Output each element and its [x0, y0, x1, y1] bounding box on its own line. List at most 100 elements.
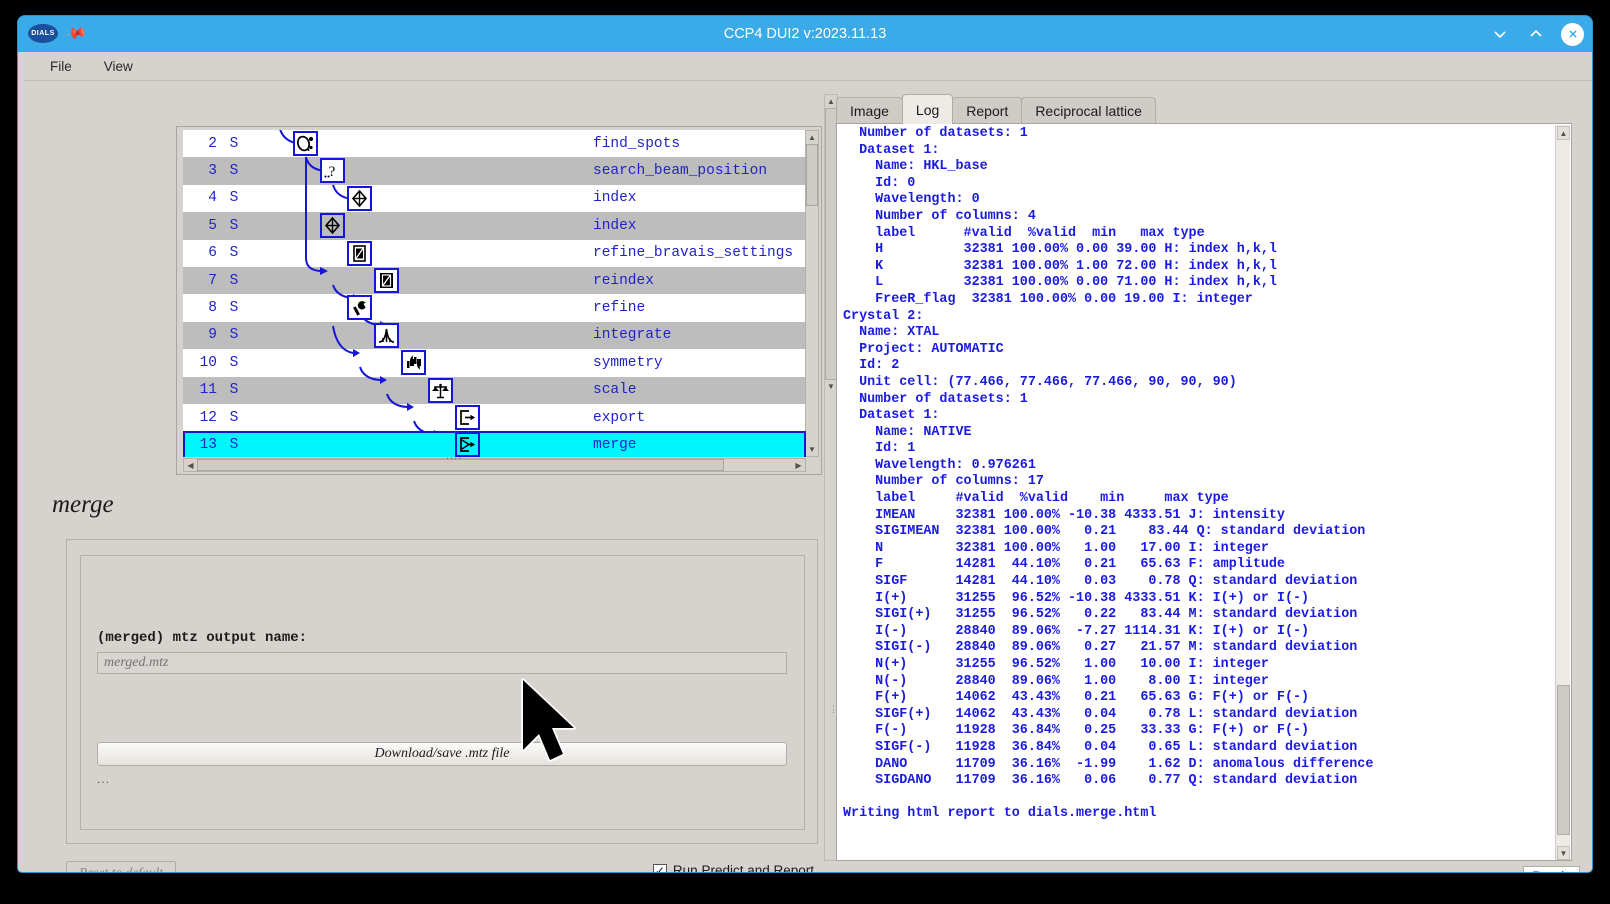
row-status: S	[229, 327, 239, 344]
tab-bar: Image Log Report Reciprocal lattice	[836, 94, 1156, 124]
row-task-name: scale	[593, 382, 637, 399]
row-number: 4	[208, 190, 217, 207]
row-task-name: refine	[593, 300, 646, 317]
application-window: DIALS 📌 CCP4 DUI2 v:2023.11.13 File View	[18, 16, 1592, 872]
scroll-down-icon[interactable]: ▼	[1557, 846, 1570, 860]
scrollbar-thumb[interactable]	[806, 144, 818, 206]
row-number: 10	[199, 354, 217, 371]
scroll-up-icon[interactable]: ▲	[1557, 126, 1570, 140]
row-number: 11	[199, 382, 217, 399]
run-predict-label: Run Predict and Report	[672, 863, 814, 872]
minimize-icon[interactable]	[1489, 23, 1511, 45]
row-task-name: merge	[593, 436, 637, 453]
table-row[interactable]: 9 S integrate	[183, 321, 806, 350]
row-number: 9	[208, 327, 217, 344]
thumbs-icon[interactable]	[401, 350, 426, 376]
window-title: CCP4 DUI2 v:2023.11.13	[723, 26, 887, 42]
title-bar: DIALS 📌 CCP4 DUI2 v:2023.11.13	[18, 16, 1592, 52]
pipeline-tree: 2 S find_spots 3 S ? search_beam_positio…	[176, 126, 822, 475]
parameters-inner-group: (merged) mtz output name: Download/save …	[80, 555, 805, 830]
scroll-up-icon[interactable]: ▲	[806, 131, 818, 144]
menu-bar: File View	[24, 52, 1592, 81]
tab-image[interactable]: Image	[836, 97, 903, 124]
question-icon[interactable]: ?	[320, 158, 345, 184]
row-status: S	[229, 163, 239, 180]
row-number: 7	[208, 272, 217, 289]
row-status: S	[229, 300, 239, 317]
checkbox-icon[interactable]: ✓	[652, 863, 667, 872]
right-panel: ▲ ▼ ⋮ Image Log Report Reciprocal lattic…	[824, 94, 1586, 872]
table-row[interactable]: 7 S reindex	[183, 266, 806, 295]
row-status: S	[229, 272, 239, 289]
table-row[interactable]: 6 S refine_bravais_settings	[183, 240, 806, 267]
peak-icon[interactable]	[374, 322, 399, 348]
lattice-icon[interactable]	[347, 185, 372, 211]
maximize-icon[interactable]	[1525, 23, 1547, 45]
row-task-name: find_spots	[593, 135, 681, 152]
bravais-icon[interactable]	[347, 240, 372, 266]
download-mtz-button[interactable]: Download/save .mtz file	[97, 742, 787, 766]
close-icon[interactable]	[1561, 22, 1584, 46]
row-number: 13	[199, 436, 217, 453]
row-number: 6	[208, 245, 217, 262]
scroll-right-icon[interactable]: ▶	[792, 459, 805, 471]
table-row[interactable]: 4 S index	[183, 185, 806, 212]
row-task-name: index	[593, 190, 637, 207]
tab-report[interactable]: Report	[952, 97, 1023, 124]
table-row[interactable]: 5 S index	[183, 212, 806, 240]
scroll-down-icon[interactable]: ▼	[806, 443, 818, 456]
row-task-name: reindex	[593, 272, 654, 289]
row-status: S	[229, 354, 239, 371]
row-task-name: integrate	[593, 327, 672, 344]
row-number: 8	[208, 300, 217, 317]
row-task-name: export	[593, 409, 646, 426]
row-status: S	[229, 245, 239, 262]
row-status: S	[229, 409, 239, 426]
more-options-ellipsis[interactable]: ...	[97, 772, 110, 786]
tab-log[interactable]: Log	[901, 94, 954, 124]
parameters-panel: (merged) mtz output name: Download/save …	[66, 539, 818, 844]
lattice-icon[interactable]	[320, 213, 345, 239]
row-status: S	[229, 190, 239, 207]
table-row-selected[interactable]: 13 S merge	[183, 431, 806, 457]
wrench-icon[interactable]	[347, 295, 372, 321]
menu-file[interactable]: File	[38, 56, 84, 77]
reset-to-default-button[interactable]: Reset to default	[66, 861, 176, 872]
scrollbar-thumb[interactable]	[1557, 685, 1570, 835]
log-text: Number of datasets: 1 Dataset 1: Name: H…	[843, 126, 1374, 822]
row-status: S	[229, 436, 239, 453]
row-number: 2	[208, 135, 217, 152]
row-status: S	[229, 217, 239, 234]
tree-vertical-scrollbar[interactable]: ▲ ▼	[805, 130, 819, 457]
table-row[interactable]: 3 S ? search_beam_position	[183, 157, 806, 185]
row-task-name: refine_bravais_settings	[593, 245, 794, 262]
desktop-background: DIALS 📌 CCP4 DUI2 v:2023.11.13 File View	[0, 0, 1610, 904]
mtz-output-input[interactable]	[97, 652, 787, 674]
table-row[interactable]: 2 S find_spots	[183, 130, 806, 157]
export-icon[interactable]	[455, 404, 480, 430]
row-task-name: symmetry	[593, 354, 663, 371]
log-output-pane[interactable]: Number of datasets: 1 Dataset 1: Name: H…	[836, 123, 1572, 861]
window-controls	[1489, 16, 1584, 52]
table-row[interactable]: 11 S scale	[183, 376, 806, 404]
table-row[interactable]: 10 S symmetry	[183, 349, 806, 376]
row-number: 5	[208, 217, 217, 234]
tree-horizontal-scrollbar[interactable]: ◀ .... ▶	[183, 450, 806, 472]
spots-icon[interactable]	[293, 131, 318, 156]
scales-icon[interactable]	[428, 377, 453, 403]
scroll-left-icon[interactable]: ◀	[184, 459, 197, 471]
row-status: S	[229, 382, 239, 399]
row-status: S	[229, 135, 239, 152]
page-title: merge	[52, 491, 114, 518]
log-vertical-scrollbar[interactable]: ▲ ▼	[1555, 125, 1570, 860]
row-number: 3	[208, 163, 217, 180]
table-row[interactable]: 12 S export	[183, 404, 806, 431]
tab-reciprocal-lattice[interactable]: Reciprocal lattice	[1021, 97, 1156, 124]
merge-icon[interactable]	[455, 432, 480, 457]
table-row[interactable]: 8 S refine	[183, 294, 806, 321]
left-panel: 2 S find_spots 3 S ? search_beam_positio…	[24, 81, 822, 872]
reindex-icon[interactable]	[374, 267, 399, 293]
menu-view[interactable]: View	[92, 56, 145, 77]
row-task-name: search_beam_position	[593, 163, 768, 180]
run-predict-and-report-toggle[interactable]: ✓ Run Predict and Report	[652, 863, 814, 872]
